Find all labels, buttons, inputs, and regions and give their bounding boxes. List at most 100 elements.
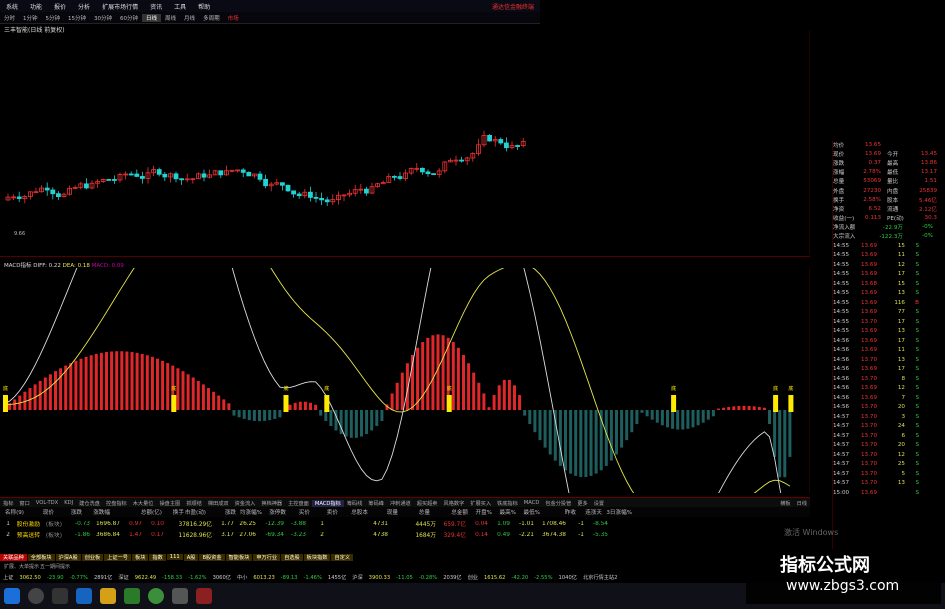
bottom-tab[interactable]: 全部板块 [27, 553, 55, 561]
bottom-tab[interactable]: 111 [166, 554, 183, 560]
indicator-tab[interactable]: 指标 [0, 500, 16, 507]
windows-start-icon[interactable] [4, 588, 20, 604]
menu-item[interactable]: 扩展市场行情 [96, 2, 144, 11]
indicator-tab[interactable]: 筹码线 [344, 500, 366, 507]
market-button[interactable]: 市场 [224, 14, 243, 22]
indicator-tab[interactable]: 主控盘面 [285, 500, 312, 507]
column-header[interactable]: 现价 [24, 508, 54, 516]
indicator-tab[interactable]: 操盘主图 [156, 500, 183, 507]
trading-app-icon[interactable] [196, 588, 212, 604]
period-tab[interactable]: 周线 [161, 14, 180, 22]
column-header[interactable]: 开盘% [468, 508, 492, 516]
bottom-tab[interactable]: B股资金 [199, 553, 225, 561]
indicator-tab[interactable]: 木大量位 [130, 500, 157, 507]
indicator-tab[interactable]: 包金分投管 [542, 500, 574, 507]
menu-item[interactable]: 报价 [48, 2, 72, 11]
bottom-tab[interactable]: 板块指数 [303, 553, 331, 561]
column-header[interactable]: 总量 [398, 508, 430, 516]
menu-item[interactable]: 工具 [168, 2, 192, 11]
indicator-tab[interactable]: 梯田成双 [205, 500, 232, 507]
bottom-tab[interactable]: 沪深A股 [55, 553, 81, 561]
folder-icon[interactable] [100, 588, 116, 604]
period-button[interactable]: 日线 [794, 500, 810, 507]
indicator-tab[interactable]: 筹码峰 [365, 500, 387, 507]
bottom-tab[interactable]: 板块 [132, 553, 149, 561]
task-view-icon[interactable] [52, 588, 68, 604]
indicator-tab[interactable]: KDJ [61, 500, 76, 506]
indicator-tab[interactable]: 更多 [574, 500, 590, 507]
period-tab[interactable]: 1分钟 [19, 14, 42, 22]
column-header[interactable]: 买价 [286, 508, 310, 516]
bottom-tab[interactable]: 创业板 [81, 553, 104, 561]
edge-icon[interactable] [76, 588, 92, 604]
bottom-tab[interactable]: 关联品种 [0, 553, 27, 561]
indicator-tab[interactable]: 建仓洗盘 [76, 500, 103, 507]
store-icon[interactable] [124, 588, 140, 604]
indicator-tab[interactable]: 扩展买入 [467, 500, 494, 507]
chrome-icon[interactable] [148, 588, 164, 604]
column-header[interactable]: 总股本 [338, 508, 368, 516]
indicator-tab[interactable]: 资金流入 [232, 500, 259, 507]
period-tab[interactable]: 60分钟 [116, 14, 142, 22]
quote-cell: 13.45 [920, 150, 937, 157]
indicator-tab[interactable]: 窗口 [16, 500, 32, 507]
column-header[interactable]: 总额(亿) [110, 508, 162, 516]
period-tab[interactable]: 多周期 [199, 14, 224, 22]
bottom-tab[interactable]: 自定义 [331, 553, 354, 561]
layout-button[interactable]: 横板 [777, 500, 793, 507]
column-header[interactable]: 现量 [368, 508, 398, 516]
indicator-tab[interactable]: 抓顺结 [183, 500, 205, 507]
column-header[interactable]: 连涨天 [576, 508, 602, 516]
column-header[interactable]: 换手 [162, 508, 184, 516]
indicator-tab[interactable]: 控盘指标 [103, 500, 130, 507]
indicator-tab[interactable]: 风格数字 [441, 500, 468, 507]
column-header[interactable]: 总金额 [430, 508, 468, 516]
indicator-tab[interactable]: 设置 [591, 500, 607, 507]
indicator-tab[interactable]: 换档神器 [258, 500, 285, 507]
menu-item[interactable]: 资讯 [144, 2, 168, 11]
indicator-tab[interactable]: 铁底指标 [494, 500, 521, 507]
column-header[interactable]: 涨停数 [262, 508, 286, 516]
quote-cell: 外盘 [833, 188, 845, 195]
bottom-tab[interactable]: 智能板块 [225, 553, 253, 561]
column-header[interactable]: 涨跌幅 [82, 508, 110, 516]
table-cell: -8.54 [593, 520, 608, 527]
column-header[interactable]: 最低% [516, 508, 540, 516]
column-header[interactable]: 涨跌 [206, 508, 236, 516]
table-row[interactable]: 2 预高送转 (板块) -1.86 3686.84 1.47 0.17 11628.96亿 3.… [0, 529, 810, 540]
column-header[interactable]: 涨跌 [54, 508, 82, 516]
menu-item[interactable]: 功能 [24, 2, 48, 11]
bottom-tab[interactable]: 指数 [149, 553, 166, 561]
macd-chart[interactable]: 底底底底底底底底0.500.400.300.200.100.00-0.10 [0, 268, 810, 493]
menu-item[interactable]: 分析 [72, 2, 96, 11]
menu-item[interactable]: 帮助 [192, 2, 216, 11]
column-header[interactable]: 市盈(动) [184, 508, 206, 516]
menu-item[interactable]: 系统 [0, 2, 24, 11]
candlestick-chart[interactable]: 12.9012.4011.9011.4010.9010.409.66 [0, 30, 810, 255]
period-tab[interactable]: 分时 [0, 14, 19, 22]
period-tab[interactable]: 30分钟 [90, 14, 116, 22]
bottom-tab[interactable]: 上证一号 [104, 553, 131, 561]
period-tab[interactable]: 月线 [180, 14, 199, 22]
column-header[interactable]: 3日涨幅% [602, 508, 632, 516]
indicator-tab[interactable]: MACD [521, 500, 543, 506]
status-item: -2.55% [534, 574, 553, 581]
indicator-tab[interactable]: 超买超卖 [414, 500, 441, 507]
period-tab[interactable]: 15分钟 [64, 14, 90, 22]
column-header[interactable]: 卖价 [310, 508, 338, 516]
period-tab[interactable]: 日线 [142, 13, 162, 22]
indicator-tab[interactable]: VOL-TDX [33, 500, 61, 506]
search-icon[interactable] [28, 588, 44, 604]
app-icon[interactable] [172, 588, 188, 604]
table-row[interactable]: 1 股份激励 (板块) -0.73 1696.87 0.97 0.10 37816.29亿 1.… [0, 518, 810, 529]
column-header[interactable]: 均涨幅% [236, 508, 262, 516]
bottom-tab[interactable]: 申万行业 [253, 553, 281, 561]
indicator-tab[interactable]: 冲刺通道 [387, 500, 414, 507]
indicator-tab[interactable]: MACD指标 [311, 499, 344, 507]
column-header[interactable]: 名称(9) [0, 508, 24, 516]
column-header[interactable]: 昨收 [540, 508, 576, 516]
column-header[interactable]: 最高% [492, 508, 516, 516]
bottom-tab[interactable]: 自选股 [281, 553, 303, 561]
period-tab[interactable]: 5分钟 [42, 14, 65, 22]
bottom-tab[interactable]: A股 [183, 553, 199, 561]
